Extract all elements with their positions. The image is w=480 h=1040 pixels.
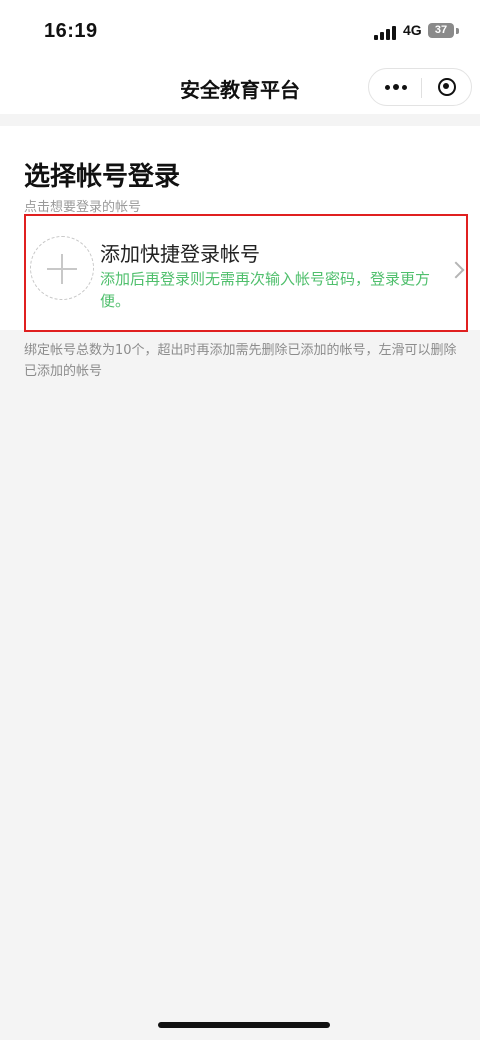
signal-icon — [374, 26, 398, 40]
status-time: 16:19 — [44, 20, 98, 42]
nav-bar: 安全教育平台 — [0, 62, 480, 114]
select-account-subtitle: 点击想要登录的帐号 — [24, 200, 142, 215]
battery-icon: 37 — [428, 23, 454, 38]
select-account-title: 选择帐号登录 — [24, 162, 181, 192]
add-account-title: 添加快捷登录帐号 — [100, 242, 260, 266]
network-label: 4G — [403, 22, 422, 38]
battery-nub — [456, 28, 459, 34]
account-limit-note: 绑定帐号总数为10个，超出时再添加需先删除已添加的帐号，左滑可以删除已添加的帐号 — [24, 343, 457, 379]
target-close-icon[interactable] — [422, 69, 472, 105]
plus-icon — [30, 236, 94, 300]
home-indicator — [158, 1022, 330, 1028]
chevron-right-icon — [447, 261, 465, 279]
mini-program-capsule — [368, 68, 472, 106]
section-gap — [0, 114, 480, 126]
account-card: 选择帐号登录 点击想要登录的帐号 添加快捷登录帐号 添加后再登录则无需再次输入帐… — [0, 126, 480, 332]
add-quick-login-account[interactable]: 添加快捷登录帐号 添加后再登录则无需再次输入帐号密码，登录更方便。 — [24, 214, 468, 332]
add-account-description: 添加后再登录则无需再次输入帐号密码，登录更方便。 — [100, 270, 431, 310]
status-bar: 16:19 4G 37 — [0, 0, 480, 62]
more-dots-icon[interactable] — [369, 69, 421, 105]
